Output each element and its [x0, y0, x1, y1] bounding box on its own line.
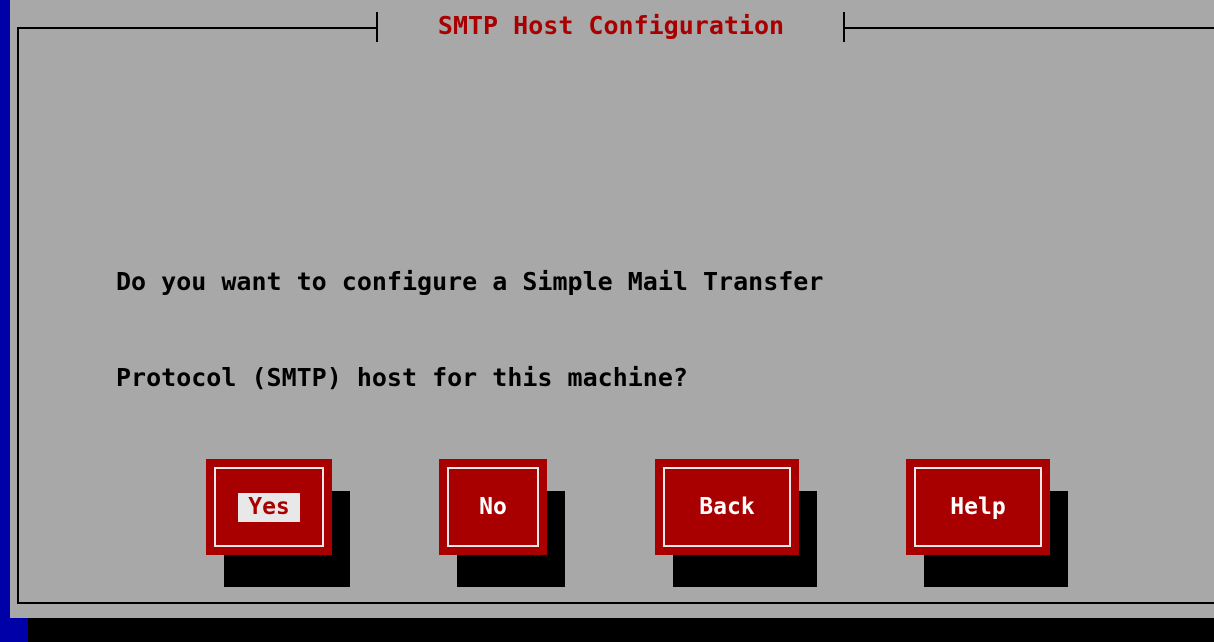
- back-button-label: Back: [699, 493, 755, 520]
- help-button-label: Help: [950, 493, 1006, 520]
- frame-top-left: [17, 27, 377, 29]
- back-button[interactable]: Back: [655, 459, 799, 555]
- frame-left: [17, 27, 19, 604]
- help-button[interactable]: Help: [906, 459, 1050, 555]
- message-line-2: Protocol (SMTP) host for this machine?: [116, 363, 688, 392]
- help-button-border: Help: [914, 467, 1042, 547]
- frame-bottom: [17, 602, 1214, 604]
- dialog-message: Do you want to configure a Simple Mail T…: [116, 202, 1116, 458]
- dialog-shadow: [28, 618, 1214, 642]
- title-divider-right: [843, 12, 845, 42]
- yes-button-label: Yes: [238, 492, 300, 522]
- no-button-label: No: [479, 493, 507, 520]
- back-button-border: Back: [663, 467, 791, 547]
- yes-button-border: Yes: [214, 467, 324, 547]
- no-button-border: No: [447, 467, 539, 547]
- message-line-1: Do you want to configure a Simple Mail T…: [116, 267, 824, 296]
- dialog-title: SMTP Host Configuration: [437, 11, 785, 40]
- no-button[interactable]: No: [439, 459, 547, 555]
- installer-screen: SMTP Host Configuration Do you want to c…: [0, 0, 1214, 642]
- title-divider-left: [376, 12, 378, 42]
- frame-top-right: [845, 27, 1214, 29]
- yes-button[interactable]: Yes: [206, 459, 332, 555]
